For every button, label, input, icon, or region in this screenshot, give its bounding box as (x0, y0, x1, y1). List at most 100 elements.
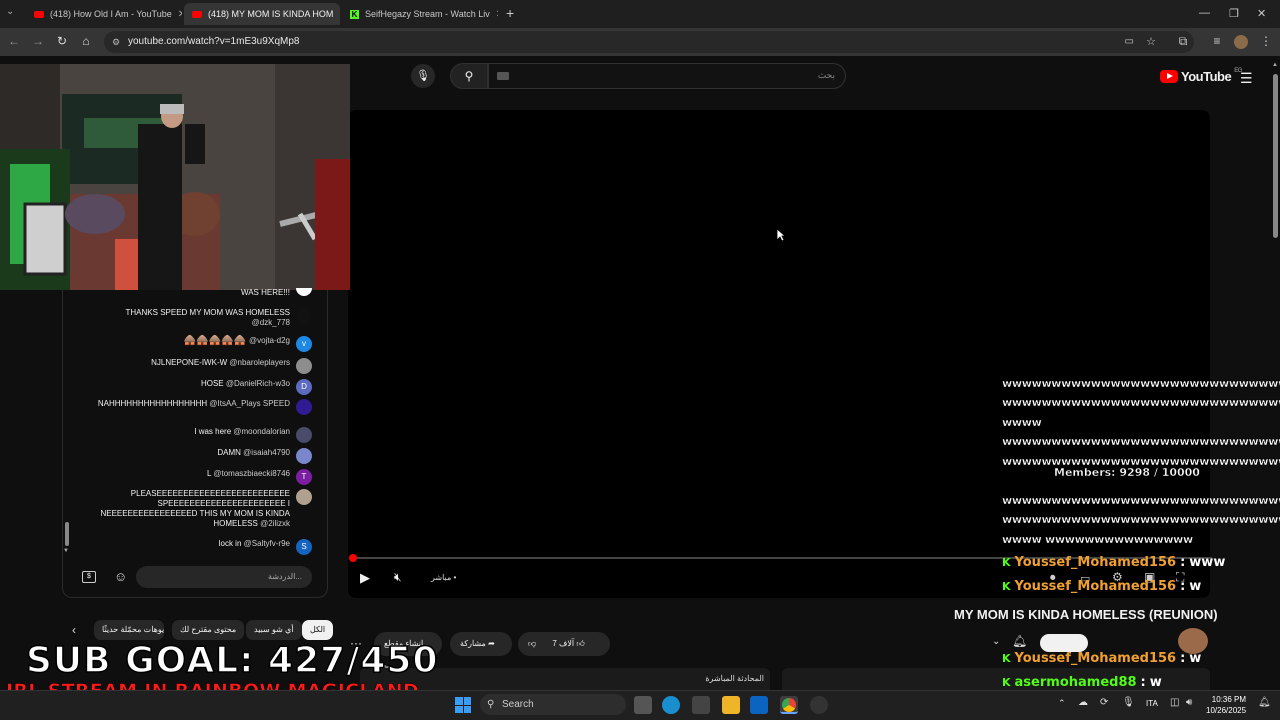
chat-message-text: HOSE (200, 379, 224, 388)
scroll-down-arrow-icon[interactable]: ▼ (63, 548, 69, 554)
back-icon[interactable]: ← (6, 34, 22, 48)
kick-chat-message: www (1189, 555, 1226, 570)
emoji-icon[interactable]: ☺ (114, 569, 127, 584)
chat-username[interactable]: @vojta-d2g (249, 336, 290, 345)
youtube-favicon-icon (192, 10, 202, 18)
chat-username[interactable]: @ItsAA_Plays SPEED (209, 399, 290, 408)
reading-list-icon[interactable]: ≡ (1209, 34, 1225, 48)
site-info-icon[interactable]: ⚙ (112, 31, 120, 53)
chip-all[interactable]: الكل (302, 620, 334, 640)
tray-overflow-icon[interactable]: ⌃ (1058, 698, 1066, 709)
hamburger-menu-icon[interactable]: ☰ (1240, 70, 1253, 87)
tab-kick-stream[interactable]: K SeifHegazy Stream - Watch Liv ✕ (342, 3, 498, 25)
chip-recommended[interactable]: محتوى مقترح لك (172, 620, 245, 640)
taskbar-clock[interactable]: 10:36 PM 10/26/2025 (1206, 694, 1246, 716)
play-icon[interactable]: ▶ (360, 570, 370, 586)
subscribe-button[interactable] (1040, 634, 1088, 652)
volume-icon[interactable]: 🔊︎ (1186, 697, 1192, 708)
sync-icon[interactable]: ⟳ (1100, 697, 1108, 708)
overlay-chat-line: wwwwwwwwwwwwwwwwwwwwwwwwwwwwwwwwww (1002, 513, 1280, 526)
super-chat-dollar-icon[interactable]: $ (82, 571, 96, 583)
bookmark-star-icon[interactable]: ☆ (1146, 31, 1156, 53)
youtube-logo[interactable]: YouTube EG (1160, 68, 1242, 84)
onedrive-icon[interactable]: ☁ (1078, 697, 1088, 708)
close-window-icon[interactable]: ✕ (1257, 7, 1266, 20)
overlay-chat-line: wwwwwwwwwwwwwwwwwwwwwwwwwwwwwwwwww (1002, 377, 1280, 390)
forward-icon[interactable]: → (30, 34, 46, 48)
close-tab-icon[interactable]: ✕ (178, 9, 182, 20)
tab-current-video[interactable]: (418) MY MOM IS KINDA HOM ✕ (184, 3, 340, 25)
overlay-chat-line: wwwwwwwwwwwwwwwwwwwwwwwwwwwwwwwwww (1002, 435, 1280, 448)
youtube-logo-text: YouTube (1181, 69, 1232, 84)
chat-message-text: 🛖🛖🛖🛖🛖 (183, 335, 247, 346)
youtube-favicon-icon (34, 10, 44, 18)
chat-input-field[interactable]: الدردشة... (136, 566, 312, 588)
network-icon[interactable]: ◫ (1170, 697, 1179, 708)
search-icon[interactable]: ⚲ (450, 63, 488, 89)
chat-message: WAS HERE!!! (90, 288, 1266, 298)
settings-app-icon[interactable] (810, 696, 828, 714)
extensions-icon[interactable]: ⧉ (1175, 34, 1191, 49)
chips-scroll-left-icon[interactable]: ‹ (72, 623, 76, 637)
outlook-icon[interactable] (750, 696, 768, 714)
home-icon[interactable]: ⌂ (78, 34, 94, 48)
task-view-icon[interactable] (634, 696, 652, 714)
new-tab-icon[interactable]: + (506, 5, 514, 21)
chat-username[interactable]: @Saltyfv-r9e (244, 539, 290, 548)
browser-menu-icon[interactable]: ⋮ (1258, 34, 1274, 48)
restore-icon[interactable]: ❐ (1229, 7, 1239, 20)
reload-icon[interactable]: ↻ (54, 34, 70, 48)
chat-avatar: S (296, 539, 312, 555)
microphone-tray-icon[interactable]: 🎙︎ (1122, 697, 1135, 708)
kick-chat-message: w (1189, 579, 1202, 594)
page-scrollbar-thumb[interactable] (1273, 74, 1278, 238)
progress-scrubber[interactable] (349, 554, 357, 562)
close-tab-icon[interactable]: ✕ (496, 9, 498, 20)
edge-browser-icon[interactable] (662, 696, 680, 714)
taskbar-search-input[interactable]: ⚲ Search (480, 694, 626, 715)
store-icon[interactable] (692, 696, 710, 714)
close-tab-icon[interactable]: ✕ (339, 9, 340, 20)
share-label: مشاركة (460, 639, 486, 648)
input-language[interactable]: ITA (1146, 699, 1158, 708)
tab-how-old[interactable]: (418) How Old I Am - YouTube ✕ (26, 3, 182, 25)
taskbar-search-placeholder: Search (502, 699, 534, 710)
youtube-play-logo-icon (1160, 70, 1178, 83)
like-dislike-group: 👎︎ 7 آلاف 👍︎ (518, 632, 610, 656)
minimize-icon[interactable]: — (1199, 7, 1210, 19)
profile-avatar[interactable] (1234, 35, 1248, 49)
chat-username[interactable]: @tomaszbiaecki8746 (213, 469, 290, 478)
address-bar[interactable]: ⚙ youtube.com/watch?v=1mE3u9XqMp8 ▭ ☆ (104, 31, 1194, 53)
webcam-scene-image (0, 64, 350, 290)
muted-volume-icon[interactable]: 🔇︎ (394, 570, 402, 585)
notifications-icon[interactable]: 🔔︎ (1258, 697, 1271, 708)
kick-chat-row: K Youssef_Mohamed156 : www (1002, 555, 1226, 570)
share-button[interactable]: مشاركة ➦ (450, 632, 512, 656)
chat-username[interactable]: @2ilizxk (260, 519, 290, 528)
tab-label: SeifHegazy Stream - Watch Liv (365, 9, 490, 19)
chat-scrollbar[interactable] (65, 522, 69, 546)
like-icon[interactable]: 👍︎ (576, 639, 584, 648)
expand-chevron-icon[interactable]: ⌄ (992, 636, 1000, 647)
tab-search-chevron-icon[interactable]: ⌄ (6, 6, 14, 17)
notification-bell-icon[interactable]: 🔔︎ (1012, 634, 1027, 648)
chat-message: NJLNEPONE-IWK-W @nbaroleplayers (90, 358, 1266, 374)
page-scroll-up-icon[interactable]: ▲ (1272, 62, 1278, 68)
file-explorer-icon[interactable] (722, 696, 740, 714)
dislike-icon[interactable]: 👎︎ (528, 639, 536, 648)
chip-recent-uploads[interactable]: فيديوهات محمّلة حديثًا (94, 620, 164, 640)
chat-username[interactable]: @DanielRich-w3o (226, 379, 290, 388)
chat-username[interactable]: @nbaroleplayers (229, 358, 290, 367)
chat-username[interactable]: @dzk_778 (252, 318, 290, 327)
windows-start-icon[interactable] (455, 697, 471, 713)
chip-speed[interactable]: أي شو سبيد (246, 620, 302, 640)
chrome-icon[interactable] (780, 696, 798, 714)
cast-icon[interactable]: ▭ (1125, 31, 1134, 53)
chat-username[interactable]: @moondalorian (233, 427, 290, 436)
search-input[interactable]: بحث (488, 63, 846, 89)
kick-chat-row: K Youssef_Mohamed156 : w (1002, 651, 1202, 666)
keyboard-icon[interactable] (497, 72, 509, 80)
chat-username[interactable]: @isaiah4790 (243, 448, 290, 457)
voice-search-mic-icon[interactable]: 🎙 (411, 64, 435, 88)
live-badge[interactable]: مباشر • (431, 573, 456, 582)
